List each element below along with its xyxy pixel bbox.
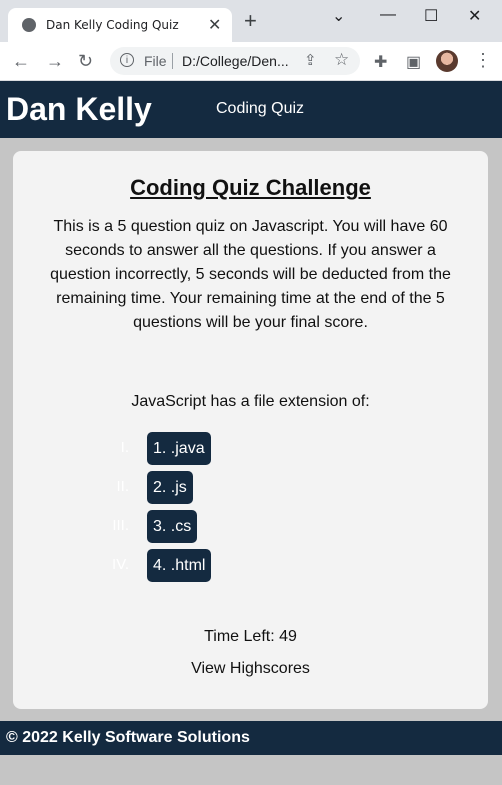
answer-button-1[interactable]: 1. .java: [147, 432, 211, 465]
info-icon[interactable]: i: [120, 53, 134, 67]
choice-numeral: III.: [112, 517, 129, 534]
tab-search-icon[interactable]: ⌄: [332, 6, 345, 26]
view-highscores-link[interactable]: View Highscores: [13, 660, 488, 678]
globe-icon: [22, 18, 36, 32]
answer-button-3[interactable]: 3. .cs: [147, 510, 198, 543]
new-tab-button[interactable]: +: [244, 10, 257, 32]
quiz-title: Coding Quiz Challenge: [130, 175, 371, 200]
footer-copyright: © 2022 Kelly Software Solutions: [6, 729, 250, 746]
site-brand: Dan Kelly: [6, 91, 152, 127]
share-icon[interactable]: ⇪: [304, 51, 317, 69]
site-header: Dan Kelly Coding Quiz: [0, 81, 502, 138]
close-tab-icon[interactable]: ✕: [208, 15, 221, 35]
site-footer: © 2022 Kelly Software Solutions: [0, 721, 502, 755]
address-url[interactable]: D:/College/Den...: [182, 53, 289, 69]
back-icon[interactable]: ←: [12, 51, 30, 72]
browser-tab[interactable]: Dan Kelly Coding Quiz ✕: [8, 8, 232, 42]
question-text: JavaScript has a file extension of:: [131, 393, 370, 410]
tab-title: Dan Kelly Coding Quiz: [46, 18, 179, 32]
bookmark-star-icon[interactable]: ☆: [334, 50, 349, 70]
page-viewport: Dan Kelly Coding Quiz Coding Quiz Challe…: [0, 81, 502, 785]
side-panel-icon[interactable]: ▣: [406, 52, 421, 72]
browser-toolbar: ← → ↻ i File D:/College/Den... ⇪ ☆ ✚ ▣ ⋮: [0, 42, 502, 81]
quiz-intro: This is a 5 question quiz on Javascript.…: [50, 218, 451, 331]
window-close-icon[interactable]: ✕: [468, 6, 481, 26]
browser-tab-bar: Dan Kelly Coding Quiz ✕ + ⌄ — ☐ ✕: [0, 0, 502, 42]
choice-numeral: I.: [120, 439, 129, 456]
browser-menu-icon[interactable]: ⋮: [474, 50, 492, 71]
quiz-card: Coding Quiz Challenge This is a 5 questi…: [13, 151, 488, 709]
extensions-icon[interactable]: ✚: [374, 52, 387, 72]
time-left: Time Left: 49: [204, 628, 297, 645]
address-separator: [172, 53, 173, 69]
choice-numeral: IV.: [112, 556, 129, 573]
answer-button-4[interactable]: 4. .html: [147, 549, 212, 582]
address-bar[interactable]: i File D:/College/Den... ⇪ ☆: [110, 47, 360, 75]
reload-icon[interactable]: ↻: [78, 51, 93, 72]
address-scheme: File: [144, 53, 167, 69]
forward-icon[interactable]: →: [46, 51, 64, 72]
maximize-icon[interactable]: ☐: [424, 6, 438, 26]
minimize-icon[interactable]: —: [380, 6, 396, 24]
profile-avatar[interactable]: [436, 50, 458, 72]
nav-coding-quiz[interactable]: Coding Quiz: [216, 100, 304, 118]
choice-numeral: II.: [116, 478, 129, 495]
answer-button-2[interactable]: 2. .js: [147, 471, 193, 504]
